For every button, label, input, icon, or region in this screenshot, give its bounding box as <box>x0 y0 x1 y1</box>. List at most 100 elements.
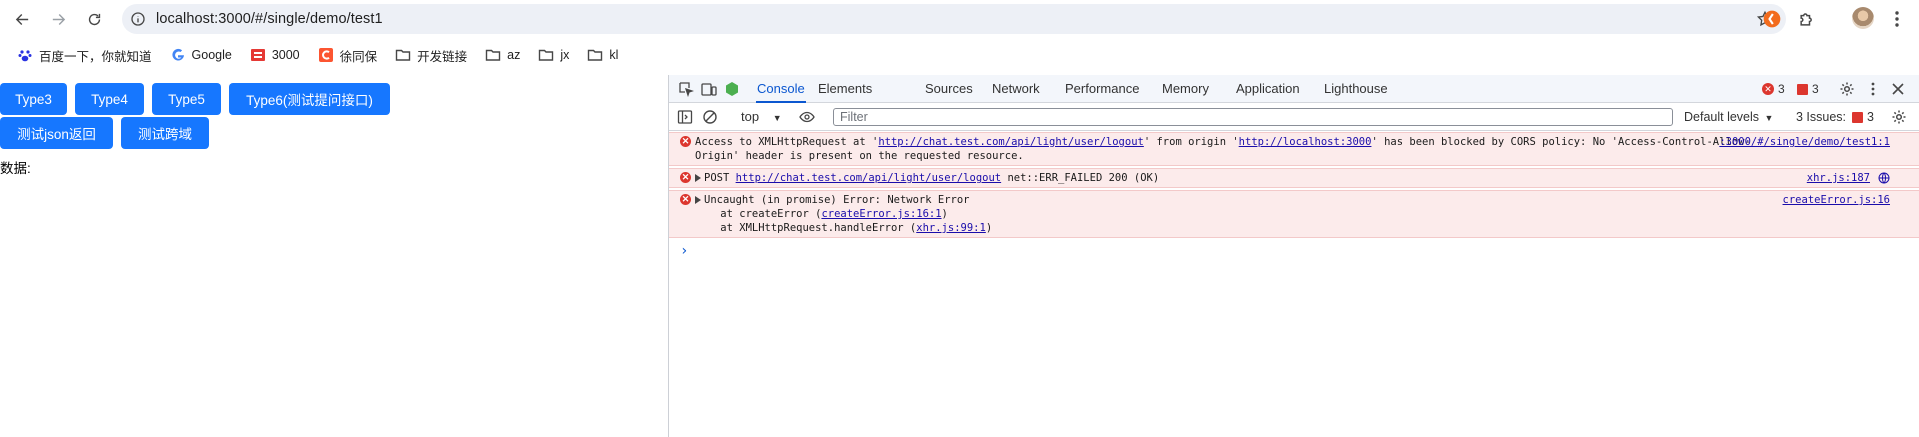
test-json-button[interactable]: 测试json返回 <box>0 117 113 149</box>
test-cors-button[interactable]: 测试跨域 <box>121 117 209 149</box>
forward-button[interactable] <box>45 6 71 32</box>
tab-network[interactable]: Network <box>991 75 1041 103</box>
page-content: Type3 Type4 Type5 Type6(测试提问接口) 测试json返回… <box>0 75 668 437</box>
origin-link[interactable]: http://localhost:3000 <box>1239 136 1372 148</box>
clear-console-icon[interactable] <box>702 109 718 125</box>
log-levels-dropdown[interactable]: Default levels ▼ <box>1684 110 1773 124</box>
address-bar[interactable]: localhost:3000/#/single/demo/test1 <box>122 4 1786 34</box>
bookmark-csdn[interactable]: 徐同保 <box>313 42 383 68</box>
settings-gear-icon[interactable] <box>1839 81 1855 97</box>
expand-triangle-icon[interactable] <box>695 174 701 182</box>
csdn-c-icon <box>318 47 334 63</box>
bookmark-label: Google <box>191 48 232 62</box>
console-error-post: ✕ POST http://chat.test.com/api/light/us… <box>669 168 1919 188</box>
error-x-icon: ✕ <box>1762 83 1774 95</box>
source-link[interactable]: xhr.js:187 <box>1807 171 1870 185</box>
more-vert-icon[interactable] <box>1865 81 1881 97</box>
console-settings-gear-icon[interactable] <box>1891 109 1907 125</box>
filter-input[interactable] <box>833 108 1673 126</box>
stack-link[interactable]: xhr.js:99:1 <box>916 222 986 234</box>
source-link[interactable]: :3000/#/single/demo/test1:1 <box>1719 135 1890 149</box>
bookmark-folder-dev[interactable]: 开发链接 <box>390 42 472 68</box>
console-messages: ✕ Access to XMLHttpRequest at 'http://ch… <box>669 132 1919 238</box>
error-x-icon: ✕ <box>680 172 691 183</box>
devtools-tabbar: Console Elements Sources Network Perform… <box>669 75 1919 103</box>
baidu-paw-icon <box>17 47 33 63</box>
folder-icon <box>395 47 411 63</box>
sidebar-toggle-icon[interactable] <box>677 109 693 125</box>
console-error-cors: ✕ Access to XMLHttpRequest at 'http://ch… <box>669 132 1919 166</box>
url-text[interactable]: localhost:3000/#/single/demo/test1 <box>156 11 383 27</box>
type4-button[interactable]: Type4 <box>75 83 144 115</box>
request-url-link[interactable]: http://chat.test.com/api/light/user/logo… <box>736 172 1002 184</box>
bookmark-folder-jx[interactable]: jx <box>533 42 574 68</box>
google-g-icon <box>170 47 186 63</box>
site-info-icon[interactable] <box>130 11 146 27</box>
bookmark-baidu[interactable]: 百度一下，你就知道 <box>12 42 157 68</box>
close-icon[interactable] <box>1890 81 1906 97</box>
stack-link[interactable]: createError.js:16:1 <box>821 208 941 220</box>
bookmark-3000[interactable]: 3000 <box>245 42 305 68</box>
tab-memory[interactable]: Memory <box>1161 75 1210 103</box>
arrow-right-icon <box>52 13 65 25</box>
profile-avatar[interactable] <box>1852 7 1874 29</box>
reload-button[interactable] <box>81 6 107 32</box>
request-url-link[interactable]: http://chat.test.com/api/light/user/logo… <box>878 136 1144 148</box>
context-select[interactable]: top ▼ <box>741 109 782 124</box>
folder-icon <box>538 47 554 63</box>
more-vert-icon[interactable] <box>1894 9 1900 29</box>
bookmark-google[interactable]: Google <box>165 42 237 68</box>
bookmark-label: jx <box>560 48 570 62</box>
error-x-icon: ✕ <box>680 194 691 205</box>
bookmark-label: 徐同保 <box>339 49 378 64</box>
expand-triangle-icon[interactable] <box>695 196 701 204</box>
data-label: 数据: <box>0 161 31 176</box>
devtools-panel: Console Elements Sources Network Perform… <box>668 75 1919 437</box>
tab-performance[interactable]: Performance <box>1064 75 1140 103</box>
vue-devtools-hex-icon[interactable] <box>724 81 740 97</box>
bookmark-label: 开发链接 <box>417 49 468 64</box>
bookmark-label: az <box>507 48 521 62</box>
bookmarks-bar: 百度一下，你就知道 Google 3000 徐同保 开发链接 az jx kl <box>0 38 1919 72</box>
bookmark-label: 百度一下，你就知道 <box>39 49 152 64</box>
caret-down-icon: ▼ <box>772 113 782 123</box>
inspect-element-icon[interactable] <box>678 81 694 97</box>
issues-counter[interactable]: 3 Issues: 3 <box>1796 110 1874 124</box>
error-count-badge[interactable]: ✕ 3 <box>1762 82 1785 96</box>
issue-flag-icon <box>1797 83 1808 95</box>
caret-down-icon: ▼ <box>1764 113 1774 123</box>
bookmark-folder-kl[interactable]: kl <box>582 42 623 68</box>
button-row-2: 测试json返回 测试跨域 <box>0 117 217 149</box>
error-x-icon: ✕ <box>680 136 691 147</box>
type6-button[interactable]: Type6(测试提问接口) <box>229 83 390 115</box>
button-row-1: Type3 Type4 Type5 Type6(测试提问接口) <box>0 83 398 115</box>
console-prompt-chevron-icon[interactable]: › <box>680 243 688 259</box>
console-filter-bar: top ▼ Default levels ▼ 3 Issues: 3 <box>669 103 1919 131</box>
tab-application[interactable]: Application <box>1235 75 1301 103</box>
type5-button[interactable]: Type5 <box>152 83 221 115</box>
browser-toolbar: localhost:3000/#/single/demo/test1 <box>0 0 1919 38</box>
folder-icon <box>587 47 603 63</box>
bookmark-label: kl <box>609 48 619 62</box>
extensions-puzzle-icon[interactable] <box>1797 9 1817 29</box>
issue-count-badge[interactable]: 3 <box>1797 82 1819 96</box>
extension-orange-icon[interactable] <box>1762 9 1782 29</box>
network-globe-icon[interactable] <box>1878 172 1890 184</box>
source-link[interactable]: createError.js:16 <box>1783 193 1890 207</box>
tab-elements[interactable]: Elements <box>817 75 873 103</box>
console-error-network: ✕ Uncaught (in promise) Error: Network E… <box>669 190 1919 238</box>
bookmark-folder-az[interactable]: az <box>480 42 525 68</box>
back-button[interactable] <box>9 6 35 32</box>
bookmark-label: 3000 <box>271 48 300 62</box>
tab-lighthouse[interactable]: Lighthouse <box>1323 75 1389 103</box>
type3-button[interactable]: Type3 <box>0 83 67 115</box>
reload-icon <box>88 13 100 25</box>
tab-console[interactable]: Console <box>756 75 806 103</box>
folder-icon <box>485 47 501 63</box>
eye-icon[interactable] <box>799 109 815 125</box>
tab-sources[interactable]: Sources <box>924 75 974 103</box>
device-toolbar-icon[interactable] <box>701 81 717 97</box>
issue-flag-icon <box>1852 111 1864 123</box>
red-square-icon <box>250 47 266 63</box>
arrow-left-icon <box>15 13 28 25</box>
